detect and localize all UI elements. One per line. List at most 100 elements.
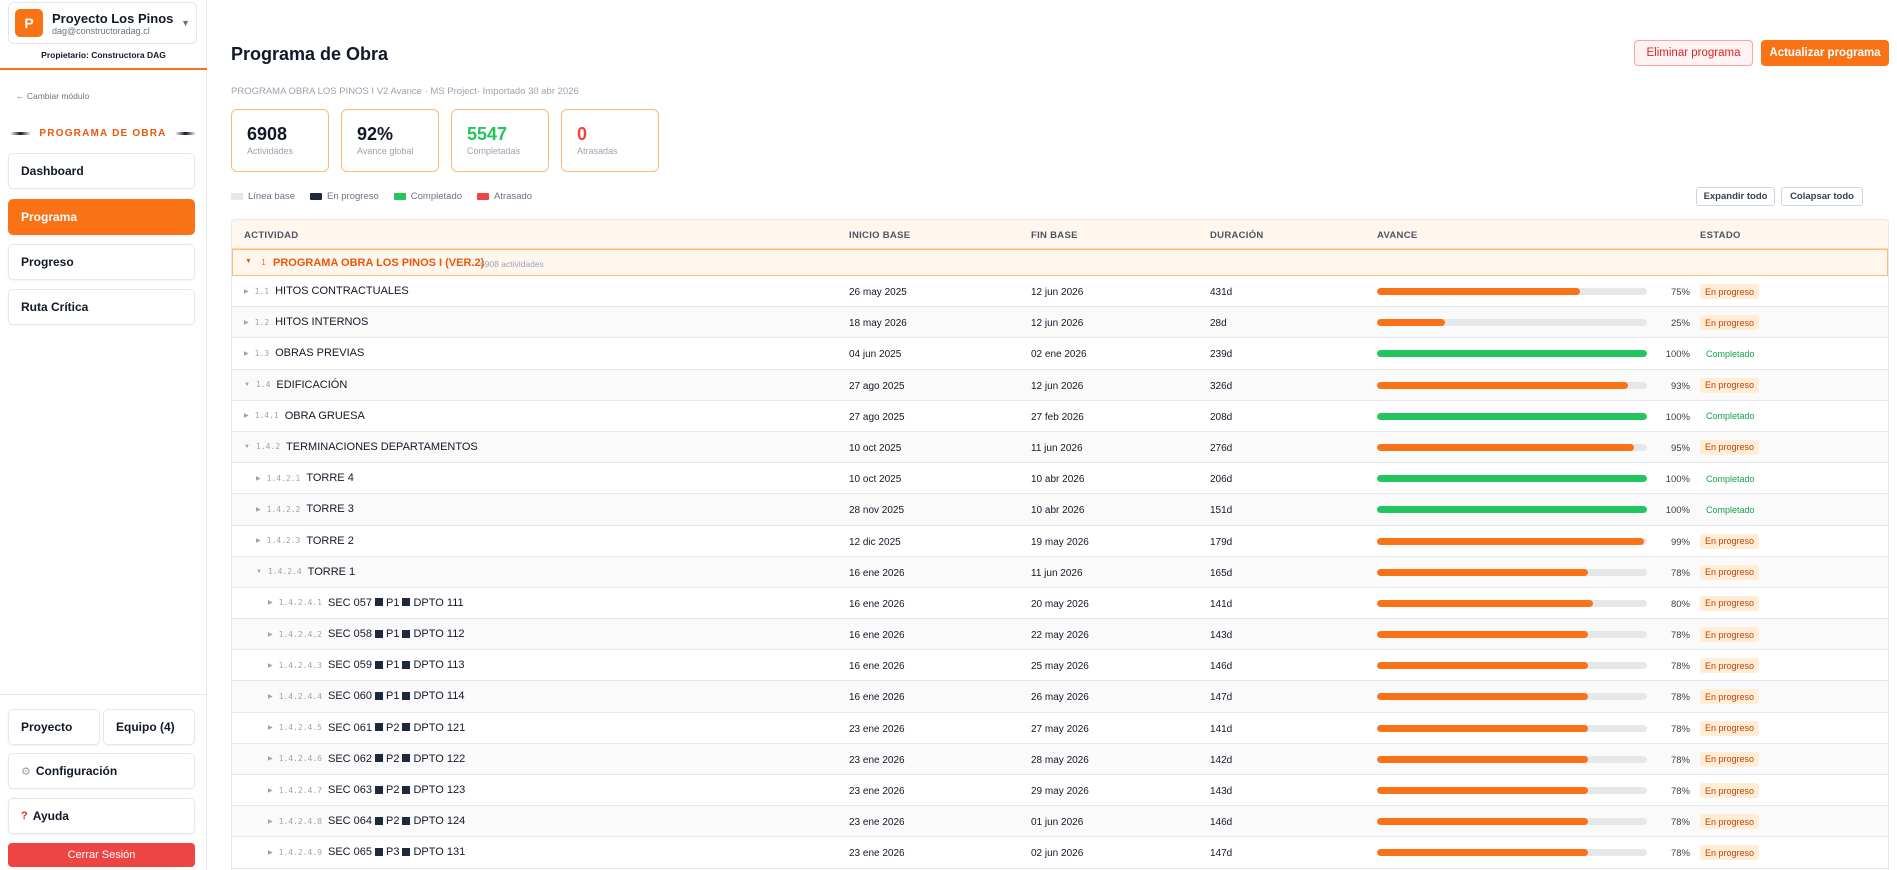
config-button[interactable]: ⚙ Configuración [8, 753, 195, 789]
square-icon [375, 629, 384, 638]
col-progress[interactable]: AVANCE [1377, 230, 1418, 241]
table-row[interactable]: ▶ 1.4.2.4.9 SEC 065 P3 DPTO 131 23 ene 2026 02… [232, 837, 1888, 869]
table-row[interactable]: ▼ 1.4.2 TERMINACIONES DEPARTAMENTOS 10 oct … [232, 431, 1888, 464]
divider [0, 694, 207, 695]
nav-item-programa[interactable]: Programa [8, 199, 195, 235]
proyecto-button[interactable]: Proyecto [8, 709, 100, 745]
chevron-down-icon[interactable]: ▼ [244, 382, 250, 388]
table-row[interactable]: ▼ 1.4 EDIFICACIÓN 27 ago 2025 12 jun 2026 326… [232, 369, 1888, 401]
chevron-right-icon[interactable]: ▶ [256, 475, 261, 482]
progress-bar-fill [1377, 818, 1588, 826]
help-button[interactable]: ? Ayuda [8, 798, 195, 834]
chevron-right-icon[interactable]: ▶ [268, 693, 273, 700]
legend-item: En progreso [310, 191, 379, 202]
nav-item-dashboard[interactable]: Dashboard [8, 153, 195, 189]
change-module-link[interactable]: ← Cambiar módulo [16, 91, 89, 101]
activity-name: SEC 059 P1 DPTO 113 [328, 659, 464, 671]
chevron-right-icon[interactable]: ▶ [268, 662, 273, 669]
start-date: 23 ene 2026 [849, 817, 905, 829]
progress-percent: 78% [1670, 661, 1690, 673]
chevron-right-icon[interactable]: ▶ [268, 787, 273, 794]
chevron-right-icon[interactable]: ▶ [244, 319, 249, 326]
progress-bar [1377, 849, 1647, 857]
chevron-down-icon[interactable]: ▼ [244, 444, 250, 450]
nav-item-ruta-critica[interactable]: Ruta Crítica [8, 289, 195, 325]
status-badge: En progreso [1700, 533, 1760, 549]
activity-cell: ▶ 1.4.2.4.5 SEC 061 P2 DPTO 121 [268, 722, 465, 734]
end-date: 25 may 2026 [1031, 661, 1089, 673]
progress-bar [1377, 787, 1647, 794]
col-duration[interactable]: DURACIÓN [1210, 230, 1264, 241]
progress-bar-fill [1377, 412, 1647, 420]
chevron-down-icon[interactable]: ▼ [256, 569, 262, 575]
table-row[interactable]: ▶ 1.1 HITOS CONTRACTUALES 26 may 2025 12 jun… [232, 276, 1888, 308]
table-row[interactable]: ▶ 1.4.2.4.3 SEC 059 P1 DPTO 113 16 ene 2026 25… [232, 650, 1888, 682]
gear-icon: ⚙ [21, 765, 31, 778]
status-badge: En progreso [1700, 658, 1760, 674]
delete-program-button[interactable]: Eliminar programa [1634, 40, 1753, 66]
stat-progress: 92% Avance global [341, 109, 439, 172]
chevron-right-icon[interactable]: ▶ [268, 599, 273, 606]
activity-name-part: SEC 062 [327, 752, 373, 765]
duration: 326d [1210, 380, 1233, 392]
progress-percent: 78% [1670, 848, 1690, 860]
group-row[interactable]: ▼ 1 PROGRAMA OBRA LOS PINOS I (VER.2) 69… [232, 249, 1888, 276]
table-row[interactable]: ▼ 1.4.2.4 TORRE 1 16 ene 2026 11 jun 2026 165… [232, 556, 1888, 588]
activity-number: 1.2 [254, 317, 270, 327]
logout-button[interactable]: Cerrar Sesión [8, 843, 195, 867]
end-date: 02 jun 2026 [1031, 848, 1084, 860]
chevron-right-icon[interactable]: ▶ [256, 506, 261, 513]
chevron-right-icon[interactable]: ▶ [256, 537, 261, 544]
stat-delayed: 0 Atrasadas [561, 109, 659, 172]
collapse-all-button[interactable]: Colapsar todo [1781, 187, 1863, 206]
table-row[interactable]: ▶ 1.4.2.4.5 SEC 061 P2 DPTO 121 23 ene 2026 27… [232, 713, 1888, 744]
activity-number: 1.4.2.4 [267, 567, 302, 577]
expand-all-button[interactable]: Expandir todo [1696, 187, 1775, 206]
table-row[interactable]: ▶ 1.4.2.4.7 SEC 063 P2 DPTO 123 23 ene 2026 29… [232, 775, 1888, 807]
col-status[interactable]: ESTADO [1700, 230, 1741, 241]
status-badge: En progreso [1700, 720, 1760, 736]
progress-percent: 78% [1670, 754, 1690, 766]
chevron-right-icon[interactable]: ▶ [244, 412, 249, 419]
activity-number: 1.4.2.2 [266, 504, 301, 514]
col-start[interactable]: INICIO BASE [849, 230, 910, 241]
progress-bar [1377, 381, 1647, 389]
chevron-right-icon[interactable]: ▶ [244, 350, 249, 357]
table-row[interactable]: ▶ 1.4.1 OBRA GRUESA 27 ago 2025 27 feb 2026 2… [232, 401, 1888, 432]
table-row[interactable]: ▶ 1.4.2.1 TORRE 4 10 oct 2025 10 abr 2026 206… [232, 463, 1888, 495]
table-row[interactable]: ▶ 1.4.2.4.6 SEC 062 P2 DPTO 122 23 ene 2026 28… [232, 743, 1888, 775]
chevron-down-icon[interactable]: ▼ [245, 258, 252, 265]
table-row[interactable]: ▶ 1.4.2.2 TORRE 3 28 nov 2025 10 abr 2026 151… [232, 494, 1888, 526]
activity-cell: ▶ 1.4.2.4.4 SEC 060 P1 DPTO 114 [268, 690, 464, 702]
col-end[interactable]: FIN BASE [1031, 230, 1078, 241]
progress-percent: 100% [1665, 505, 1690, 517]
progress-bar-fill [1377, 693, 1588, 701]
table-row[interactable]: ▶ 1.4.2.4.4 SEC 060 P1 DPTO 114 16 ene 2026 26… [232, 681, 1888, 713]
table-row[interactable]: ▶ 1.4.2.4.2 SEC 058 P1 DPTO 112 16 ene 2026 22… [232, 619, 1888, 651]
chevron-right-icon[interactable]: ▶ [268, 849, 273, 856]
table-row[interactable]: ▶ 1.4.2.4.8 SEC 064 P2 DPTO 124 23 ene 2026 01… [232, 806, 1888, 838]
update-program-button[interactable]: Actualizar programa [1761, 40, 1889, 66]
activity-name: TORRE 3 [306, 503, 354, 516]
status-badge: En progreso [1700, 627, 1760, 643]
start-date: 10 oct 2025 [849, 442, 902, 454]
status-badge: En progreso [1700, 814, 1760, 830]
nav-item-progreso[interactable]: Progreso [8, 244, 195, 280]
table-row[interactable]: ▶ 1.4.2.4.1 SEC 057 P1 DPTO 111 16 ene 2026 20… [232, 588, 1888, 620]
col-activity[interactable]: ACTIVIDAD [244, 230, 298, 241]
table-row[interactable]: ▶ 1.4.2.3 TORRE 2 12 dic 2025 19 may 2026 179… [232, 526, 1888, 557]
chevron-right-icon[interactable]: ▶ [244, 288, 249, 295]
stat-value: 5547 [467, 124, 508, 144]
project-selector[interactable]: P Proyecto Los Pinos dag@constructoradag… [8, 2, 197, 44]
activity-number: 1.1 [254, 286, 270, 296]
table-row[interactable]: ▶ 1.3 OBRAS PREVIAS 04 jun 2025 02 ene 2026 2… [232, 338, 1888, 370]
equipo-button[interactable]: Equipo (4) [103, 709, 195, 745]
chevron-right-icon[interactable]: ▶ [268, 631, 273, 638]
page-title: Programa de Obra [231, 44, 389, 64]
table-row[interactable]: ▶ 1.2 HITOS INTERNOS 18 may 2026 12 jun 2026… [232, 307, 1888, 339]
activity-number: 1.4.2 [255, 442, 281, 452]
chevron-right-icon[interactable]: ▶ [268, 755, 273, 762]
chevron-right-icon[interactable]: ▶ [268, 724, 273, 731]
activity-name-part: P1 [386, 628, 400, 641]
chevron-right-icon[interactable]: ▶ [268, 818, 273, 825]
